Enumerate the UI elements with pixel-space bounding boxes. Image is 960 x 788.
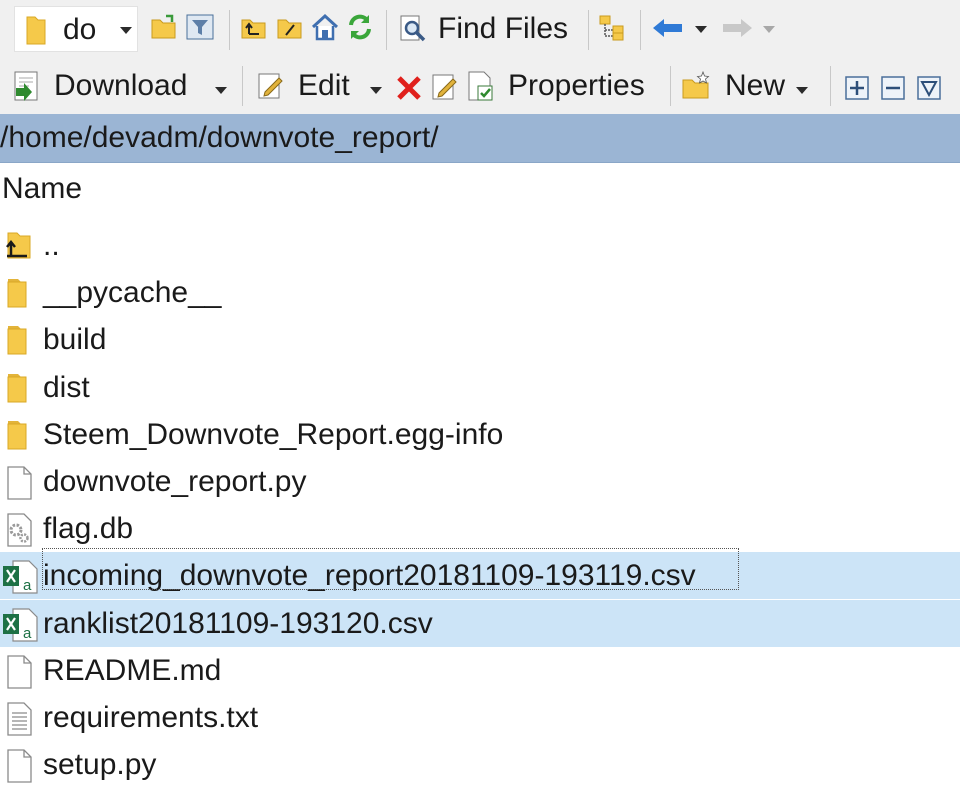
edit-label: Edit xyxy=(298,69,350,102)
file-row[interactable]: dist xyxy=(0,364,960,411)
drive-label: do xyxy=(63,13,97,46)
file-icon xyxy=(3,655,35,689)
edit-icon xyxy=(256,71,286,101)
properties-label: Properties xyxy=(508,69,645,102)
file-name: README.md xyxy=(43,653,222,687)
file-row[interactable]: downvote_report.py xyxy=(0,458,960,505)
file-row[interactable]: requirements.txt xyxy=(0,694,960,741)
file-row[interactable]: Steem_Downvote_Report.egg-info xyxy=(0,411,960,458)
file-row[interactable]: README.md xyxy=(0,647,960,694)
file-name: setup.py xyxy=(43,748,157,782)
file-name: flag.db xyxy=(43,512,134,546)
excel-csv-icon: a xyxy=(3,560,38,594)
find-files-label: Find Files xyxy=(438,12,569,45)
delete-icon[interactable] xyxy=(396,75,422,101)
folder-icon xyxy=(25,14,47,46)
column-header-name[interactable]: Name xyxy=(2,172,82,206)
tree-view-icon[interactable] xyxy=(598,14,628,42)
refresh-icon[interactable] xyxy=(345,12,375,42)
download-label: Download xyxy=(54,69,188,102)
forward-arrow-icon[interactable] xyxy=(721,18,753,38)
root-directory-icon[interactable] xyxy=(276,14,304,40)
chevron-down-icon xyxy=(120,27,132,34)
file-icon xyxy=(3,749,35,783)
parent-directory-icon[interactable] xyxy=(240,14,268,40)
forward-history-chevron-icon[interactable] xyxy=(763,26,775,33)
svg-text:a: a xyxy=(23,625,32,642)
parent-dir-icon xyxy=(3,230,35,262)
folder-icon xyxy=(3,372,35,404)
file-name: build xyxy=(43,323,107,357)
unselect-files-icon[interactable] xyxy=(881,76,905,100)
rename-icon[interactable] xyxy=(430,72,460,102)
download-button[interactable]: Download xyxy=(12,62,187,110)
file-name: dist xyxy=(43,370,90,404)
drive-selector[interactable]: do xyxy=(14,6,138,52)
new-label: New xyxy=(725,69,786,102)
filter-icon[interactable] xyxy=(186,14,214,40)
path-bar[interactable]: /home/devadm/downvote_report/ xyxy=(0,114,960,163)
new-chevron-icon[interactable] xyxy=(796,87,808,94)
invert-selection-icon[interactable] xyxy=(917,76,941,100)
file-row[interactable]: .. xyxy=(0,222,960,269)
find-files-button[interactable]: Find Files xyxy=(398,6,568,52)
navigation-toolbar: do Find Files xyxy=(0,0,960,58)
download-chevron-icon[interactable] xyxy=(215,87,227,94)
excel-csv-icon: a xyxy=(3,607,38,642)
file-row[interactable]: flag.db xyxy=(0,505,960,552)
settings-file-icon xyxy=(3,513,35,547)
file-name: ranklist20181109-193120.csv xyxy=(43,606,433,640)
file-name: downvote_report.py xyxy=(43,465,307,498)
file-name: .. xyxy=(43,229,60,262)
file-row[interactable]: build xyxy=(0,316,960,363)
edit-chevron-icon[interactable] xyxy=(370,87,382,94)
file-name: __pycache__ xyxy=(43,276,222,310)
open-directory-icon[interactable] xyxy=(150,14,178,40)
back-history-chevron-icon[interactable] xyxy=(695,26,707,33)
new-button[interactable]: New xyxy=(681,62,785,110)
back-arrow-icon[interactable] xyxy=(652,18,684,38)
select-files-icon[interactable] xyxy=(845,76,869,100)
file-name: Steem_Downvote_Report.egg-info xyxy=(43,417,504,451)
find-files-icon xyxy=(398,14,428,44)
properties-button[interactable]: Properties xyxy=(466,62,645,110)
file-row[interactable]: __pycache__ xyxy=(0,269,960,316)
file-name: requirements.txt xyxy=(43,701,259,734)
folder-icon xyxy=(3,419,35,451)
new-folder-icon xyxy=(681,71,711,101)
folder-icon xyxy=(3,324,35,356)
edit-button[interactable]: Edit xyxy=(256,62,350,110)
text-file-icon xyxy=(3,702,35,736)
folder-icon xyxy=(3,277,35,309)
properties-icon xyxy=(466,70,496,102)
home-icon[interactable] xyxy=(310,12,340,42)
file-icon xyxy=(3,466,35,500)
file-row[interactable]: setup.py xyxy=(0,741,960,788)
current-path: /home/devadm/downvote_report/ xyxy=(0,121,439,154)
svg-text:a: a xyxy=(23,577,32,594)
file-name: incoming_downvote_report20181109-193119.… xyxy=(43,559,696,593)
file-actions-toolbar: Download Edit Properties New xyxy=(0,58,960,114)
file-row[interactable]: a incoming_downvote_report20181109-193119… xyxy=(0,552,960,600)
file-row[interactable]: a ranklist20181109-193120.csv xyxy=(0,599,960,647)
download-icon xyxy=(12,70,42,102)
